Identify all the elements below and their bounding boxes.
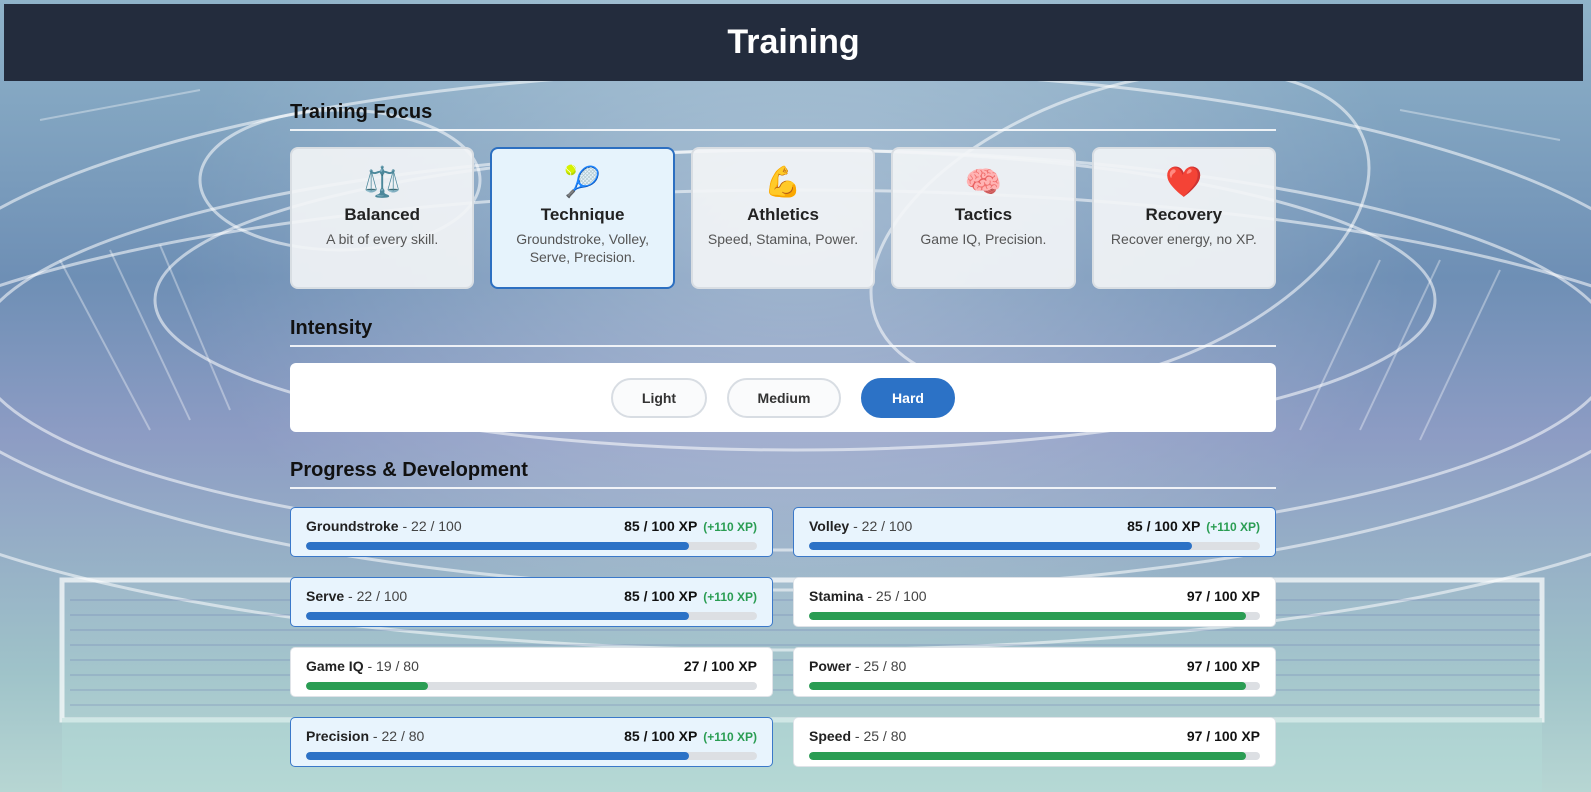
stat-volley: Volley - 22 / 100 85 / 100 XP (+110 XP) [793,507,1276,557]
flexed-bicep-icon: 💪 [764,166,802,199]
focus-card-description: Recover energy, no XP. [1110,231,1257,247]
top-bar: Training [4,4,1583,81]
training-focus-heading: Training Focus [290,101,1276,131]
focus-card-title: Balanced [344,205,420,224]
brain-icon: 🧠 [964,166,1003,199]
stat-xp: 85 / 100 XP [1127,518,1201,534]
stat-progress-bar [809,542,1260,550]
stat-progress-fill [306,682,428,690]
focus-card-balanced[interactable]: ⚖️ Balanced A bit of every skill. [290,147,475,289]
stat-label: Game IQ - 19 / 80 [306,658,419,674]
stat-xp: 97 / 100 XP [1186,728,1260,744]
stat-progress-bar [809,682,1260,690]
stat-level: 25 / 80 [863,728,907,744]
focus-card-recovery[interactable]: ❤️ Recovery Recover energy, no XP. [1091,147,1277,289]
stat-label: Stamina - 25 / 100 [809,588,927,604]
intensity-heading: Intensity [290,317,1276,347]
focus-card-title: Tactics [954,205,1013,224]
stat-level: 22 / 100 [411,518,462,534]
heart-icon: ❤️ [1165,166,1203,199]
stat-serve: Serve - 22 / 100 85 / 100 XP (+110 XP) [290,577,773,627]
stat-xp-gain: (+110 XP) [703,730,757,744]
stat-progress-bar [306,752,757,760]
focus-cards: ⚖️ Balanced A bit of every skill. 🎾 Techniqu… [290,147,1277,289]
intensity-light-button[interactable]: Light [611,377,707,418]
stat-progress-fill [306,612,690,620]
stat-xp: 97 / 100 XP [1186,658,1260,674]
stat-name: Stamina [809,588,864,604]
stat-progress-bar [306,612,757,620]
stat-xp-group: 97 / 100 XP [1187,588,1260,606]
stat-xp: 85 / 100 XP [624,588,698,604]
stat-xp-group: 97 / 100 XP [1187,728,1260,746]
stat-speed: Speed - 25 / 80 97 / 100 XP [793,717,1276,767]
stat-name: Groundstroke [306,518,399,534]
stat-progress-fill [306,752,690,760]
intensity-selector: Light Medium Hard [290,363,1276,432]
stat-xp-group: 85 / 100 XP (+110 XP) [624,728,757,746]
stat-label: Groundstroke - 22 / 100 [306,518,462,534]
stat-progress-bar [809,612,1260,620]
stat-progress-fill [809,682,1247,690]
stat-label: Precision - 22 / 80 [306,728,425,744]
stat-xp: 27 / 100 XP [683,658,757,674]
focus-card-technique[interactable]: 🎾 Technique Groundstroke, Volley, Serve, P… [490,147,675,289]
stat-name: Game IQ [306,658,364,674]
focus-card-title: Recovery [1145,205,1223,224]
stat-xp-group: 85 / 100 XP (+110 XP) [1127,518,1260,536]
focus-card-title: Athletics [747,205,819,224]
stat-level: 22 / 100 [861,518,913,534]
stat-xp: 85 / 100 XP [624,518,698,534]
stat-xp-group: 97 / 100 XP [1187,658,1260,676]
stat-xp-gain: (+110 XP) [703,590,757,604]
focus-card-description: Game IQ, Precision. [920,231,1047,247]
stat-progress-fill [306,542,690,550]
focus-card-athletics[interactable]: 💪 Athletics Speed, Stamina, Power. [690,147,876,289]
stat-xp: 85 / 100 XP [624,728,698,744]
focus-card-description: Groundstroke, Volley, Serve, Precision. [516,231,650,265]
stat-xp: 97 / 100 XP [1186,588,1260,604]
stat-label: Volley - 22 / 100 [809,518,913,534]
stat-progress-bar [809,752,1260,760]
stat-xp-group: 85 / 100 XP (+110 XP) [624,588,757,606]
stat-level: 22 / 100 [356,588,408,604]
stat-level: 25 / 80 [863,658,907,674]
stat-groundstroke: Groundstroke - 22 / 100 85 / 100 XP (+110 … [290,507,773,557]
tennis-ball-icon: 🎾 [563,166,602,199]
intensity-medium-button[interactable]: Medium [727,377,841,418]
stat-progress-bar [306,542,757,550]
stat-name: Precision [306,728,370,744]
focus-card-description: A bit of every skill. [326,231,439,247]
stat-progress-fill [809,542,1193,550]
stat-xp-gain: (+110 XP) [703,520,757,534]
focus-card-tactics[interactable]: 🧠 Tactics Game IQ, Precision. [891,147,1076,289]
progress-heading: Progress & Development [290,459,1276,489]
stat-name: Serve [306,588,345,604]
stat-precision: Precision - 22 / 80 85 / 100 XP (+110 XP) [290,717,773,767]
focus-card-description: Speed, Stamina, Power. [707,231,859,247]
scales-icon: ⚖️ [363,166,401,199]
stat-progress-fill [809,612,1247,620]
stat-power: Power - 25 / 80 97 / 100 XP [793,647,1276,697]
stat-level: 22 / 80 [381,728,425,744]
stat-game-iq: Game IQ - 19 / 80 27 / 100 XP [290,647,773,697]
stat-name: Volley [809,518,850,534]
stat-progress-fill [809,752,1247,760]
focus-card-title: Technique [540,205,625,224]
stat-stamina: Stamina - 25 / 100 97 / 100 XP [793,577,1276,627]
stat-xp-group: 27 / 100 XP [684,658,757,676]
page-title: Training [727,23,860,61]
stat-label: Speed - 25 / 80 [809,728,907,744]
stat-name: Speed [809,728,852,744]
stat-level: 19 / 80 [376,658,419,674]
intensity-hard-button[interactable]: Hard [861,377,955,418]
stat-xp-group: 85 / 100 XP (+110 XP) [624,518,757,536]
stat-xp-gain: (+110 XP) [1206,520,1260,534]
stat-level: 25 / 100 [875,588,927,604]
stat-progress-bar [306,682,757,690]
stat-label: Power - 25 / 80 [809,658,907,674]
stat-name: Power [809,658,852,674]
stat-label: Serve - 22 / 100 [306,588,408,604]
